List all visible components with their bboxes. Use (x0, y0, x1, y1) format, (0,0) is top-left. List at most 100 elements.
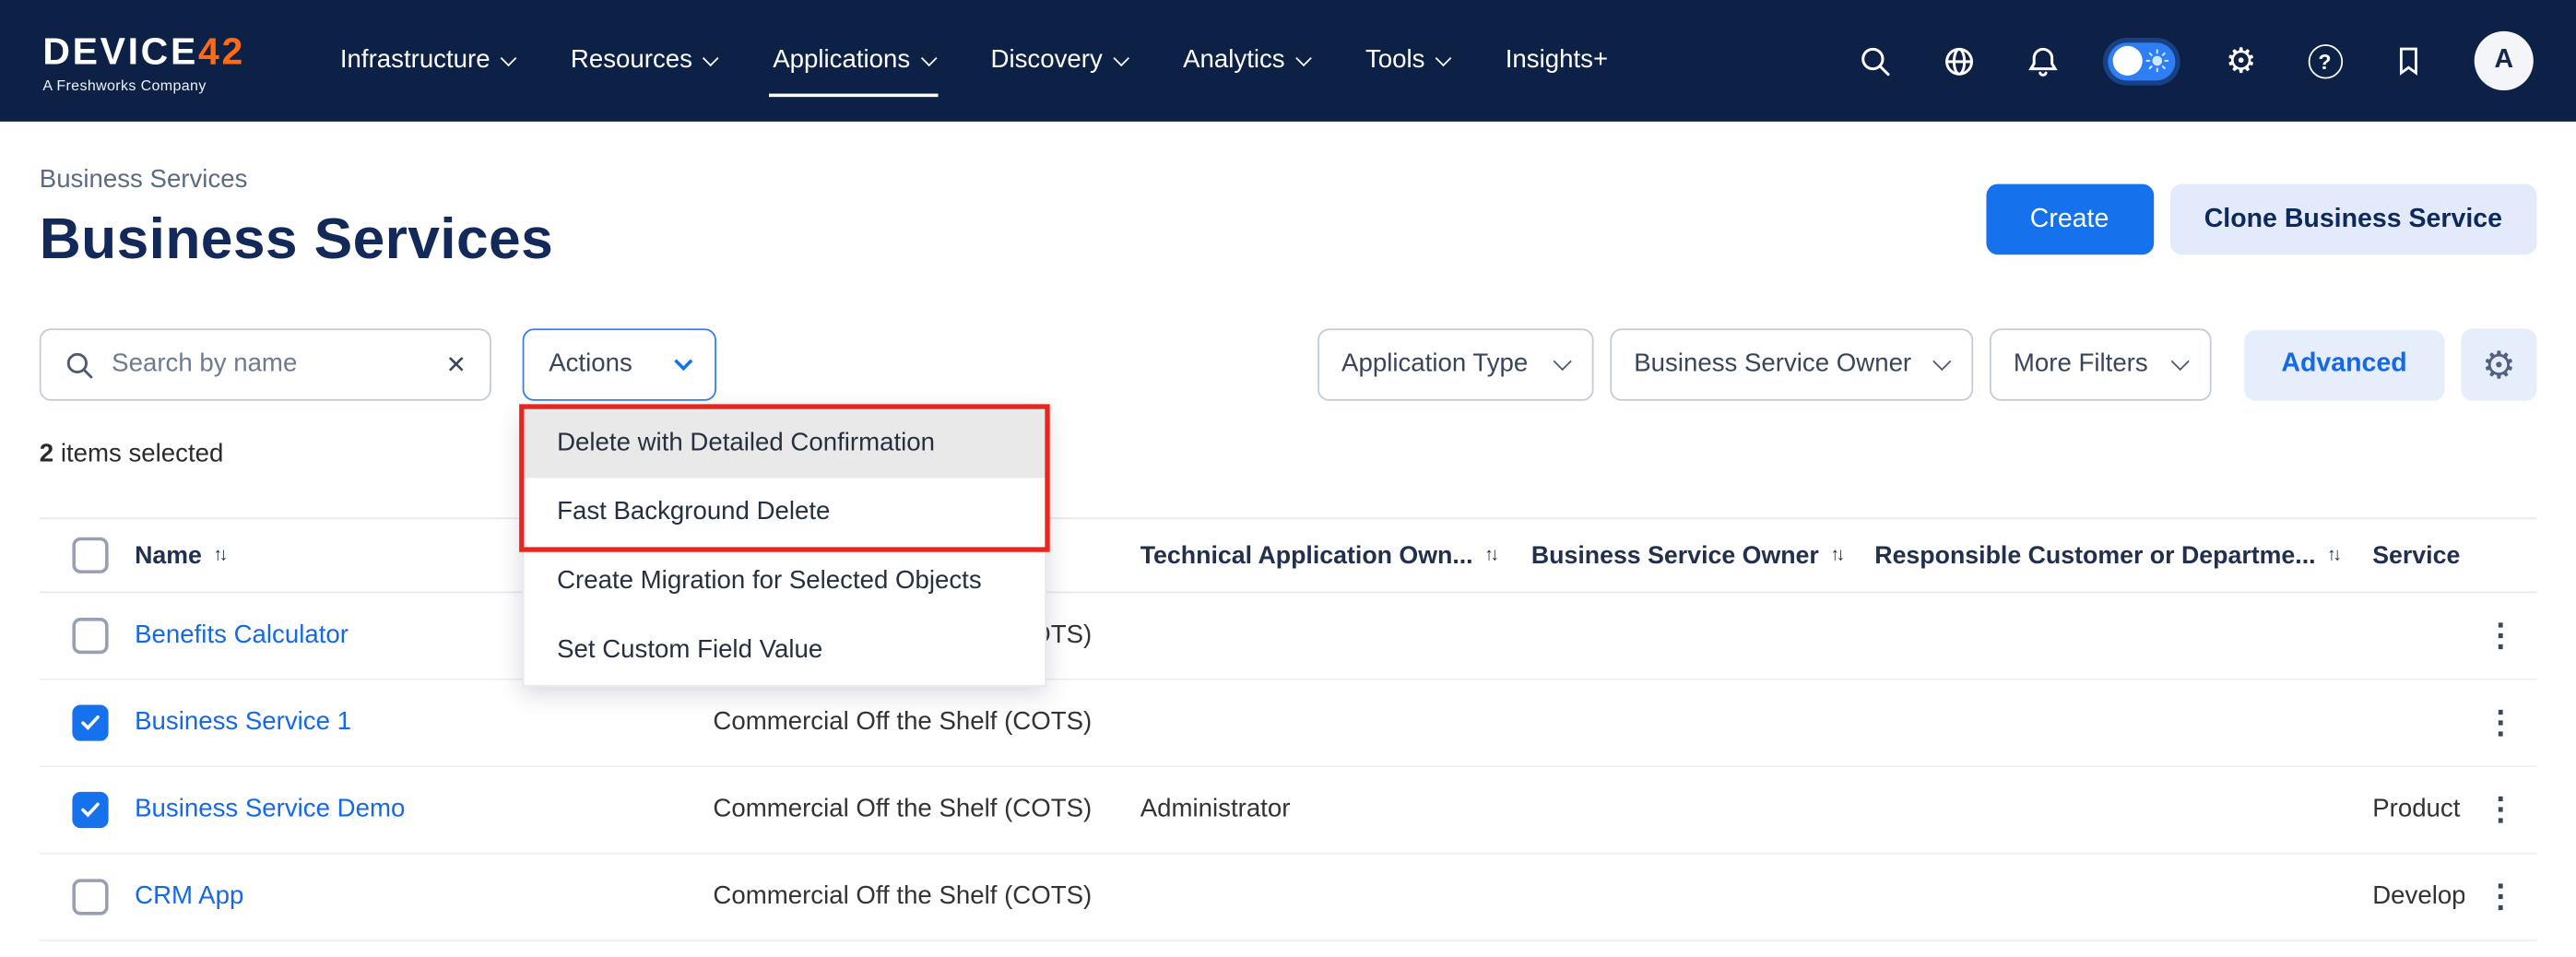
nav-item-discovery[interactable]: Discovery (963, 0, 1155, 122)
nav-label: Insights+ (1506, 46, 1608, 76)
chevron-down-icon (674, 352, 692, 371)
nav-label: Discovery (991, 46, 1103, 76)
filter-controls: Application Type Business Service Owner … (1317, 328, 2536, 400)
chevron-down-icon (1295, 50, 1312, 66)
chevron-down-icon (501, 50, 517, 66)
select-all-checkbox[interactable] (72, 538, 108, 573)
menu-item-delete-detailed-confirmation[interactable]: Delete with Detailed Confirmation (524, 409, 1045, 478)
gear-icon[interactable]: ⚙ (2223, 42, 2259, 78)
sort-icon[interactable]: ↑↓ (1830, 546, 1841, 565)
chevron-down-icon (2170, 352, 2189, 371)
chevron-down-icon (1553, 352, 1571, 371)
service-cell: Develop (2372, 882, 2464, 912)
selection-label: items selected (61, 441, 224, 468)
search-icon (64, 349, 95, 381)
clear-search-icon[interactable]: ✕ (446, 352, 467, 377)
column-header-responsible[interactable]: Responsible Customer or Departme...↑↓ (1874, 541, 2372, 569)
nav-item-applications[interactable]: Applications (745, 0, 963, 122)
more-filters-dropdown[interactable]: More Filters (1989, 328, 2211, 400)
nav-label: Tools (1365, 46, 1424, 76)
logo-accent: 42 (198, 29, 245, 71)
row-checkbox[interactable] (72, 792, 108, 828)
advanced-button[interactable]: Advanced (2243, 329, 2444, 400)
row-menu-icon[interactable]: ⋮ (2485, 878, 2516, 916)
row-menu-icon[interactable]: ⋮ (2485, 704, 2516, 742)
nav-item-analytics[interactable]: Analytics (1155, 0, 1338, 122)
actions-dropdown-button[interactable]: Actions (523, 328, 716, 400)
row-checkbox[interactable] (72, 618, 108, 654)
table-row: Business Service 1 Commercial Off the Sh… (40, 680, 2537, 767)
filter-label: Business Service Owner (1634, 350, 1911, 380)
chevron-down-icon (1436, 50, 1452, 66)
nav-label: Infrastructure (340, 46, 490, 76)
page-title: Business Services (40, 207, 553, 273)
header-buttons: Create Clone Business Service (1986, 184, 2537, 255)
filter-label: More Filters (2014, 350, 2148, 380)
column-header-technical-owner[interactable]: Technical Application Own...↑↓ (1140, 541, 1531, 569)
chevron-down-icon (921, 50, 938, 66)
menu-item-create-migration[interactable]: Create Migration for Selected Objects (524, 547, 1045, 616)
business-services-table: Name↑↓ Technical Application Own...↑↓ Bu… (40, 517, 2537, 941)
chevron-down-icon (1932, 352, 1950, 371)
row-checkbox[interactable] (72, 704, 108, 740)
business-service-link[interactable]: Business Service Demo (135, 795, 405, 822)
table-row: CRM App Commercial Off the Shelf (COTS) … (40, 855, 2537, 941)
page-content: Business Services Business Services Crea… (0, 166, 2576, 941)
application-type-filter[interactable]: Application Type (1317, 328, 1592, 400)
sort-icon[interactable]: ↑↓ (213, 546, 224, 565)
type-cell: Commercial Off the Shelf (COTS) (713, 708, 1140, 738)
row-checkbox[interactable] (72, 879, 108, 915)
page-header: Business Services Business Services Crea… (40, 166, 2537, 273)
nav-item-resources[interactable]: Resources (543, 0, 745, 122)
device42-logo[interactable]: DEVICE42 A Freshworks Company (42, 29, 253, 92)
sort-icon[interactable]: ↑↓ (2327, 546, 2338, 565)
selection-count: 2 (40, 441, 53, 468)
search-input[interactable] (112, 350, 430, 380)
toggle-knob (2112, 46, 2142, 76)
title-block: Business Services Business Services (40, 166, 553, 273)
table-row: Benefits Calculator Commercial Off the S… (40, 593, 2537, 679)
sort-icon[interactable]: ↑↓ (1484, 546, 1495, 565)
service-cell: Product (2372, 795, 2464, 824)
filter-label: Application Type (1341, 350, 1528, 380)
user-avatar[interactable]: A (2475, 31, 2534, 90)
column-header-service-owner[interactable]: Business Service Owner↑↓ (1531, 541, 1874, 569)
business-service-owner-filter[interactable]: Business Service Owner (1610, 328, 1973, 400)
menu-item-set-custom-field-value[interactable]: Set Custom Field Value (524, 616, 1045, 685)
theme-toggle[interactable] (2108, 41, 2175, 79)
business-service-link[interactable]: Business Service 1 (135, 708, 351, 736)
nav-label: Applications (773, 46, 910, 76)
table-row: Business Service Demo Commercial Off the… (40, 767, 2537, 854)
business-service-link[interactable]: Benefits Calculator (135, 621, 349, 649)
nav-item-infrastructure[interactable]: Infrastructure (313, 0, 543, 122)
gear-icon: ⚙ (2482, 346, 2516, 384)
menu-item-fast-background-delete[interactable]: Fast Background Delete (524, 478, 1045, 548)
technical-owner-cell: Administrator (1140, 795, 1531, 824)
breadcrumb[interactable]: Business Services (40, 166, 553, 195)
help-icon[interactable]: ? (2307, 42, 2343, 78)
selection-status: 2 items selected (40, 441, 2537, 470)
clone-business-service-button[interactable]: Clone Business Service (2169, 184, 2536, 255)
globe-icon[interactable] (1941, 42, 1977, 78)
row-menu-icon[interactable]: ⋮ (2485, 791, 2516, 829)
logo-tagline: A Freshworks Company (42, 77, 253, 93)
navbar-actions: ⚙ ? A (1857, 31, 2534, 90)
bell-icon[interactable] (2024, 42, 2060, 78)
row-menu-icon[interactable]: ⋮ (2485, 617, 2516, 655)
create-button[interactable]: Create (1986, 184, 2154, 255)
business-service-link[interactable]: CRM App (135, 882, 243, 910)
column-header-service[interactable]: Service (2372, 541, 2464, 569)
search-icon[interactable] (1857, 42, 1893, 78)
chevron-down-icon (1113, 50, 1129, 66)
nav-item-insights[interactable]: Insights+ (1477, 0, 1636, 122)
nav-label: Analytics (1183, 46, 1285, 76)
nav-label: Resources (571, 46, 692, 76)
type-cell: Commercial Off the Shelf (COTS) (713, 795, 1140, 824)
chevron-down-icon (703, 50, 720, 66)
logo-text: DEVICE42 (42, 29, 253, 73)
nav-item-tools[interactable]: Tools (1338, 0, 1478, 122)
table-settings-button[interactable]: ⚙ (2461, 328, 2536, 400)
bookmark-icon[interactable] (2391, 42, 2427, 78)
toolbar: ✕ Actions Delete with Detailed Confirmat… (40, 328, 2537, 400)
top-navbar: DEVICE42 A Freshworks Company Infrastruc… (0, 0, 2576, 122)
